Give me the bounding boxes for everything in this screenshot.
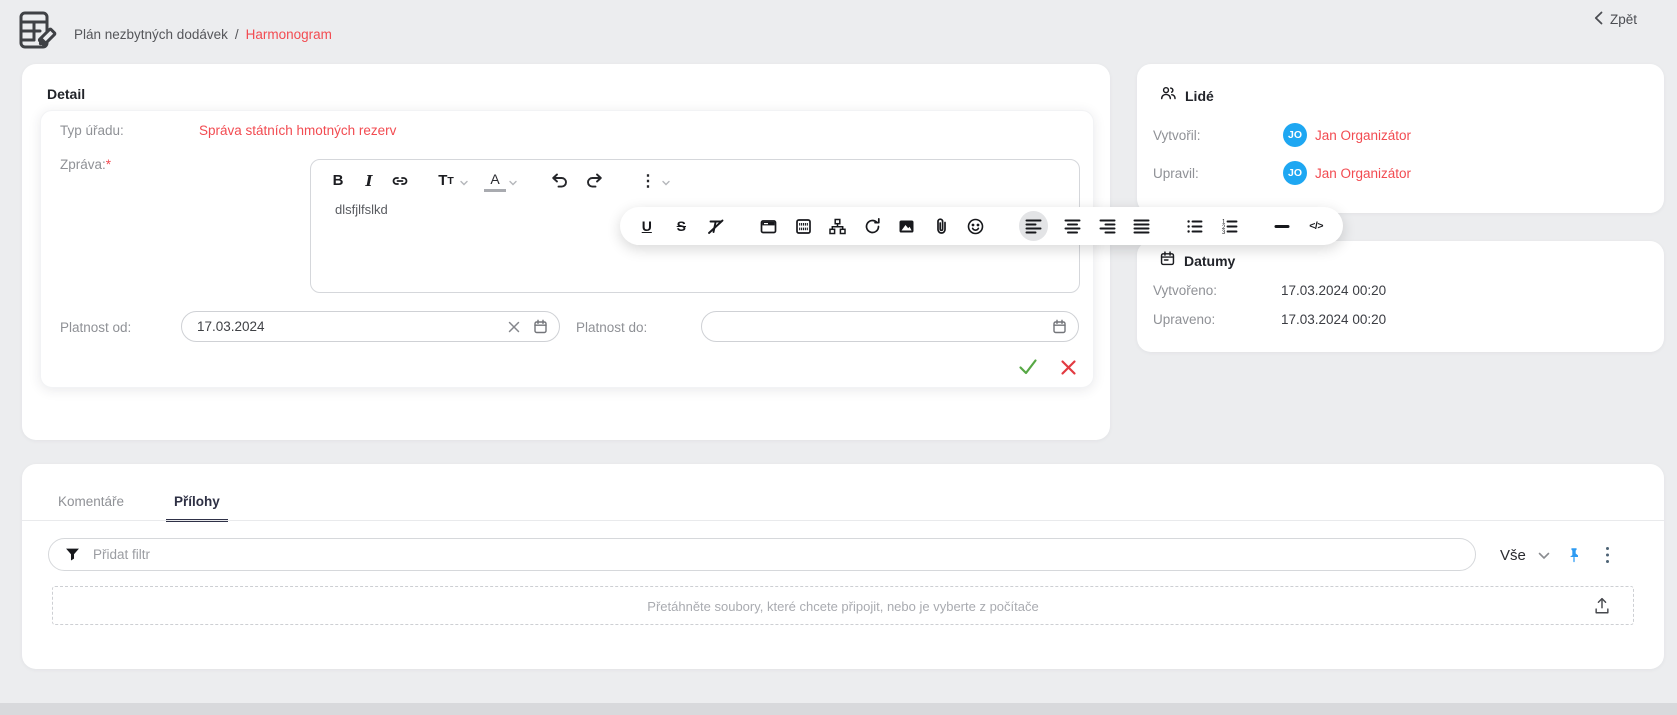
platnost-od-input[interactable] [182, 319, 501, 334]
horizontal-rule-icon[interactable] [1272, 211, 1292, 241]
scope-select-value: Vše [1500, 547, 1526, 564]
calendar-picker-icon[interactable] [527, 314, 553, 340]
dates-card-title: Datumy [1184, 253, 1235, 269]
platnost-do-field [701, 311, 1079, 342]
updated-by-name[interactable]: Jan Organizátor [1315, 166, 1411, 181]
upload-icon[interactable] [1593, 596, 1611, 621]
chevron-left-icon [1594, 11, 1603, 28]
detail-card-title: Detail [47, 86, 85, 102]
chevron-down-icon [1538, 547, 1550, 564]
people-card: Lidé Vytvořil: JO Jan Organizátor Upravi… [1137, 64, 1664, 213]
confirm-check-icon[interactable] [1017, 356, 1039, 378]
italic-icon[interactable]: I [358, 170, 380, 192]
attachments-card: Komentáře Přílohy Vše P [22, 464, 1664, 669]
created-at-value: 17.03.2024 00:20 [1281, 283, 1386, 298]
app-screen: Plán nezbytných dodávek / Harmonogram Zp… [0, 0, 1677, 715]
emoji-icon[interactable] [966, 211, 986, 241]
filter-field [48, 538, 1476, 571]
more-options-icon[interactable]: ⋮ [637, 170, 659, 192]
people-icon [1159, 84, 1177, 107]
typ-uradu-value: Správa státních hmotných rezerv [199, 123, 396, 138]
updated-by-label: Upravil: [1153, 166, 1199, 181]
align-left-icon[interactable] [1019, 211, 1048, 241]
breadcrumb: Plán nezbytných dodávek / Harmonogram [74, 27, 332, 42]
clear-date-icon[interactable] [501, 314, 527, 340]
clear-format-icon[interactable] [706, 211, 726, 241]
scope-select[interactable]: Vše [1500, 547, 1550, 564]
floating-format-toolbar: U S [620, 207, 1343, 245]
link-icon[interactable] [389, 170, 411, 192]
dropzone-text: Přetáhněte soubory, které chcete připoji… [53, 599, 1633, 614]
created-by-name[interactable]: Jan Organizátor [1315, 128, 1411, 143]
font-size-icon[interactable]: TT [435, 170, 457, 192]
editor-toolbar: B I TT A [311, 160, 1079, 192]
platnost-do-input[interactable] [702, 319, 1046, 334]
more-options-caret-icon [662, 173, 670, 191]
created-at-label: Vytvořeno: [1153, 283, 1217, 298]
avatar[interactable]: JO [1283, 161, 1307, 185]
people-card-title: Lidé [1185, 88, 1214, 104]
attach-file-icon[interactable] [932, 211, 952, 241]
align-right-icon[interactable] [1098, 211, 1118, 241]
underline-icon[interactable]: U [637, 211, 657, 241]
back-button-label: Zpět [1610, 12, 1637, 27]
bold-icon[interactable]: B [327, 170, 349, 192]
tabs-bar: Komentáře Přílohy [50, 488, 228, 522]
text-color-caret-icon [509, 173, 517, 191]
more-actions-icon[interactable] [1598, 543, 1618, 567]
app-logo-icon [14, 8, 59, 58]
breadcrumb-current: Harmonogram [246, 27, 332, 42]
updated-at-value: 17.03.2024 00:20 [1281, 312, 1386, 327]
code-icon[interactable]: </> [1306, 211, 1326, 241]
strikethrough-icon[interactable]: S [672, 211, 692, 241]
zprava-label: Zpráva:* [60, 157, 111, 172]
detail-form-panel: Typ úřadu: Správa státních hmotných reze… [40, 110, 1094, 388]
dates-card: Datumy Vytvořeno: 17.03.2024 00:20 Uprav… [1137, 241, 1664, 352]
tabs-divider [22, 520, 1664, 521]
platnost-do-label: Platnost do: [576, 320, 647, 335]
tab-komentare[interactable]: Komentáře [50, 488, 132, 522]
redo-icon[interactable] [583, 170, 605, 192]
created-by-label: Vytvořil: [1153, 128, 1201, 143]
breadcrumb-parent[interactable]: Plán nezbytných dodávek [74, 27, 228, 42]
sitemap-icon[interactable] [828, 211, 848, 241]
filter-funnel-icon [64, 546, 81, 563]
insert-binary-icon[interactable] [793, 211, 813, 241]
back-button[interactable]: Zpět [1594, 11, 1637, 28]
cancel-cross-icon[interactable] [1057, 356, 1079, 378]
typ-uradu-label: Typ úřadu: [60, 123, 124, 138]
pin-icon[interactable] [1564, 543, 1584, 567]
detail-card: Detail Typ úřadu: Správa státních hmotný… [22, 64, 1110, 440]
required-asterisk: * [106, 157, 111, 172]
platnost-od-label: Platnost od: [60, 320, 131, 335]
align-justify-icon[interactable] [1132, 211, 1152, 241]
insert-image-icon[interactable] [897, 211, 917, 241]
calendar-picker-icon[interactable] [1046, 314, 1072, 340]
insert-template-icon[interactable] [759, 211, 779, 241]
updated-at-label: Upraveno: [1153, 312, 1215, 327]
sync-icon[interactable] [862, 211, 882, 241]
bullet-list-icon[interactable] [1185, 211, 1205, 241]
breadcrumb-separator: / [235, 27, 239, 42]
align-center-icon[interactable] [1063, 211, 1083, 241]
tab-prilohy[interactable]: Přílohy [166, 488, 228, 522]
avatar[interactable]: JO [1283, 123, 1307, 147]
filter-input[interactable] [93, 547, 1475, 562]
file-dropzone[interactable]: Přetáhněte soubory, které chcete připoji… [52, 586, 1634, 625]
list-controls: Vše [1500, 541, 1618, 569]
calendar-icon [1159, 250, 1176, 272]
bottom-strip [0, 703, 1677, 715]
font-size-caret-icon [460, 173, 468, 191]
undo-icon[interactable] [549, 170, 571, 192]
text-color-icon[interactable]: A [484, 170, 506, 192]
numbered-list-icon[interactable]: 123 [1219, 211, 1239, 241]
platnost-od-field [181, 311, 560, 342]
svg-text:3: 3 [1222, 230, 1226, 236]
